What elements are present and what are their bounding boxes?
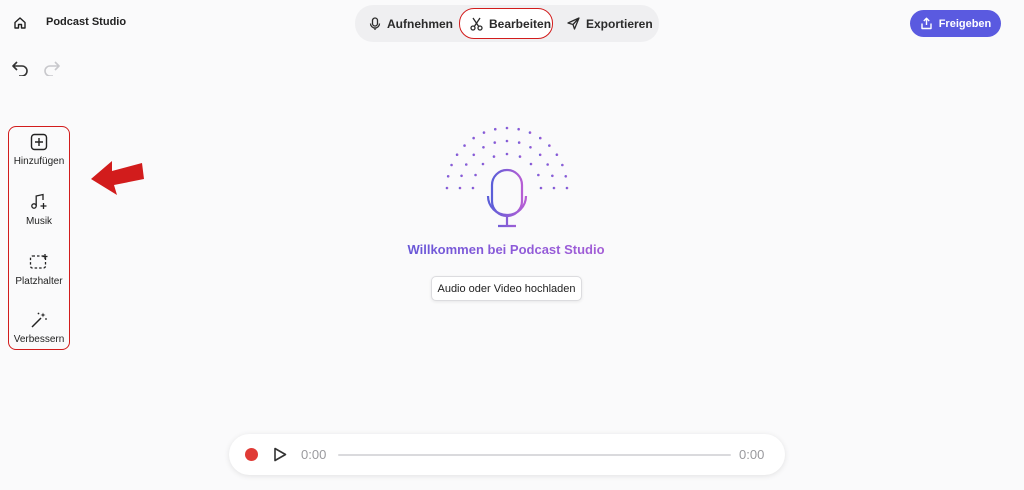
share-button[interactable]: Freigeben [910,10,1001,37]
play-icon [274,447,287,462]
left-toolbar: Hinzufügen Musik Platzhalter Verbessern [8,126,70,350]
tab-aufnehmen[interactable]: Aufnehmen [359,8,459,39]
send-icon [567,17,580,30]
welcome-illustration [440,120,574,230]
tab-aufnehmen-label: Aufnehmen [387,16,453,31]
home-button[interactable] [10,13,30,33]
redo-button[interactable] [43,60,63,78]
share-label: Freigeben [938,17,992,30]
header: Podcast Studio Aufnehmen Bearbeiten Expo… [0,0,1024,46]
microphone-waves-icon [445,126,569,228]
play-button[interactable] [273,447,287,462]
timeline-scrubber[interactable] [338,454,731,456]
music-add-icon [31,193,47,209]
welcome-title: Willkommen bei Podcast Studio [340,242,672,257]
tool-platzhalter[interactable]: Platzhalter [9,251,69,287]
tool-verbessern-label: Verbessern [13,334,65,345]
scissors-icon [470,17,483,31]
record-button[interactable] [245,448,258,461]
tool-verbessern[interactable]: Verbessern [9,309,69,345]
tab-bearbeiten[interactable]: Bearbeiten [459,8,553,39]
share-icon [921,17,932,30]
app-title: Podcast Studio [46,16,127,28]
redo-icon [44,61,60,77]
undo-icon [12,61,28,77]
magic-wand-icon [31,312,47,328]
placeholder-icon [29,254,48,269]
add-box-icon [30,133,48,151]
current-time: 0:00 [301,447,327,462]
microphone-icon [369,16,381,30]
tool-hinzufuegen[interactable]: Hinzufügen [9,131,69,167]
tool-musik[interactable]: Musik [9,191,69,227]
mode-switcher: Aufnehmen Bearbeiten Exportieren [355,5,659,42]
player-bar: 0:00 0:00 [229,434,785,475]
tool-platzhalter-label: Platzhalter [15,276,63,287]
annotation-arrow-icon [91,161,144,195]
upload-button[interactable]: Audio oder Video hochladen [431,276,582,301]
undo-button[interactable] [11,60,31,78]
tool-hinzufuegen-label: Hinzufügen [13,156,65,167]
tab-exportieren[interactable]: Exportieren [557,8,655,39]
home-icon [14,17,26,29]
tool-musik-label: Musik [25,216,53,227]
tab-bearbeiten-label: Bearbeiten [489,16,552,31]
tab-exportieren-label: Exportieren [586,16,653,31]
total-time: 0:00 [739,447,765,462]
